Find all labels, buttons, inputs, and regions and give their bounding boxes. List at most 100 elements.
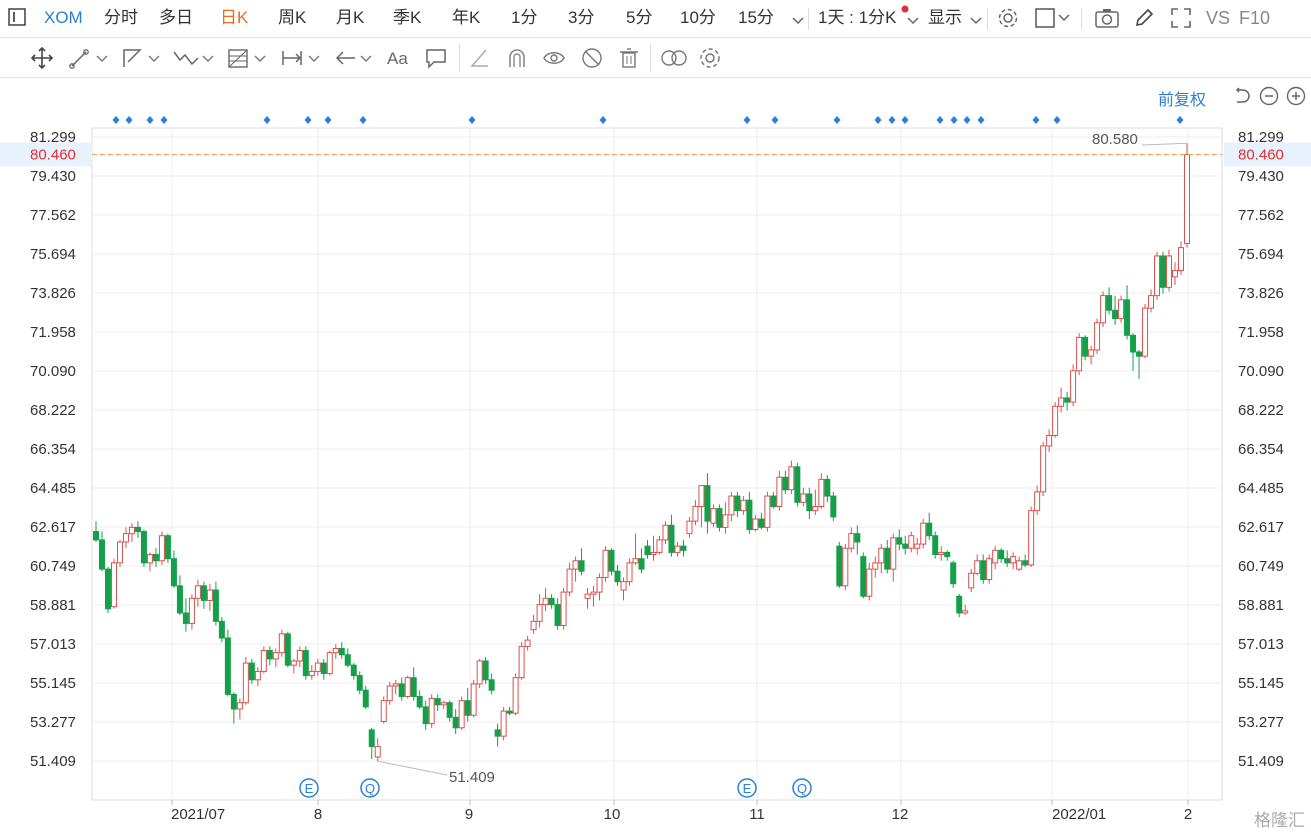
candle-body <box>548 597 555 606</box>
candle-body <box>410 677 417 697</box>
magnet-icon[interactable] <box>505 46 529 70</box>
candle-body <box>758 518 765 528</box>
candle-body <box>788 466 795 491</box>
display-select[interactable]: 显示 <box>928 0 962 36</box>
y-tick-label-left: 75.694 <box>30 246 76 263</box>
candle-body <box>836 545 843 587</box>
fullscreen-icon[interactable] <box>1170 7 1192 29</box>
candle-body <box>1094 322 1101 351</box>
event-badge <box>792 778 812 798</box>
y-tick-label-left: 51.409 <box>30 753 76 770</box>
candle-body <box>1154 255 1161 297</box>
settings-icon[interactable] <box>997 7 1019 29</box>
candle-body <box>614 570 621 583</box>
period-tab[interactable]: 1分 <box>511 0 537 36</box>
period-tab[interactable]: 15分 <box>738 0 774 36</box>
period-tab[interactable]: 多日 <box>159 0 193 36</box>
fib-tool-icon[interactable] <box>226 46 270 70</box>
angle-tool-icon[interactable] <box>468 46 492 70</box>
trash-icon[interactable] <box>617 46 641 70</box>
event-diamond <box>1053 116 1061 124</box>
period-tab[interactable]: 3分 <box>568 0 594 36</box>
candle-body <box>770 495 777 507</box>
candle-body <box>170 558 177 587</box>
period-tab[interactable]: 季K <box>393 0 421 36</box>
candle-body <box>536 604 543 622</box>
move-icon[interactable] <box>30 46 54 70</box>
event-diamond <box>950 116 958 124</box>
text-tool-icon[interactable]: Aa <box>386 46 412 70</box>
pencil-icon[interactable] <box>1133 7 1155 29</box>
period-tab-active[interactable]: 日K <box>220 0 248 36</box>
box-icon[interactable] <box>1035 7 1071 29</box>
chevron-down-icon[interactable] <box>969 11 983 25</box>
symbol-label[interactable]: XOM <box>44 0 83 36</box>
f10-button[interactable]: F10 <box>1239 0 1270 36</box>
candle-body <box>200 585 207 601</box>
y-tick-label-left: 64.485 <box>30 480 76 497</box>
candle-body <box>920 522 927 545</box>
y-tick-label-left: 77.562 <box>30 207 76 224</box>
zoom-out-icon[interactable] <box>1259 86 1279 111</box>
price-overlay: 80.460 80.460 80.580 51.409 <box>0 131 1311 786</box>
period-tab[interactable]: 5分 <box>626 0 652 36</box>
eye-tool-icon[interactable] <box>542 46 566 70</box>
event-diamond <box>468 116 476 124</box>
candle-body <box>350 664 357 677</box>
candle-body <box>1004 558 1011 564</box>
interval-select[interactable]: 1天 : 1分K <box>818 0 896 36</box>
event-diamond <box>977 116 985 124</box>
period-tab[interactable]: 周K <box>278 0 306 36</box>
candle-body <box>266 650 273 660</box>
x-tick-label: 2 <box>1184 806 1192 823</box>
reset-icon[interactable] <box>1232 86 1252 111</box>
camera-icon[interactable] <box>1095 7 1119 29</box>
candle-body <box>1106 295 1113 311</box>
candle-body <box>740 499 747 512</box>
event-badge <box>299 778 319 798</box>
period-tab[interactable]: 10分 <box>680 0 716 36</box>
candle-body <box>896 537 903 545</box>
period-tab[interactable]: 月K <box>336 0 364 36</box>
candle-body <box>908 535 915 549</box>
link-icon[interactable] <box>660 46 688 70</box>
price-adjust-toggle[interactable]: 前复权 <box>1158 86 1206 110</box>
candle-body <box>242 662 249 704</box>
period-tab[interactable]: 分时 <box>104 0 138 36</box>
y-tick-label-right: 55.145 <box>1238 675 1284 692</box>
compare-button[interactable]: VS <box>1206 0 1230 36</box>
hide-icon[interactable] <box>580 46 604 70</box>
candle-body <box>146 554 153 564</box>
candle-body <box>704 485 711 522</box>
zoom-in-icon[interactable] <box>1286 86 1306 111</box>
path-tool-icon[interactable] <box>120 46 164 70</box>
event-diamond <box>599 116 607 124</box>
y-axis-right: 81.299 79.430 77.562 75.694 73.826 71.958 70.0… <box>1238 129 1284 770</box>
chevron-down-icon[interactable] <box>791 11 805 25</box>
candle-body <box>944 551 951 558</box>
candle-body <box>530 620 537 631</box>
candle-body <box>1082 336 1089 357</box>
period-tab[interactable]: 年K <box>452 0 480 36</box>
range-tool-icon[interactable] <box>280 46 324 70</box>
candle-body <box>290 660 297 666</box>
event-diamond <box>112 116 120 124</box>
candle-body <box>1148 295 1155 309</box>
gear-icon[interactable] <box>698 46 722 70</box>
candle-body <box>320 662 327 675</box>
candle-body <box>932 535 939 556</box>
candle-body <box>224 637 231 695</box>
current-price-tag-left <box>0 142 92 167</box>
candle-body <box>638 558 645 570</box>
current-price-label-left: 80.460 <box>30 147 76 164</box>
event-diamond <box>146 116 154 124</box>
sidebar-toggle-icon[interactable] <box>8 8 26 26</box>
line-tool-icon[interactable] <box>68 46 112 70</box>
comment-tool-icon[interactable] <box>424 46 448 70</box>
candle-body <box>1166 255 1173 288</box>
wave-tool-icon[interactable] <box>172 46 216 70</box>
candle-body <box>104 568 111 610</box>
arrow-tool-icon[interactable] <box>334 46 378 70</box>
y-tick-label-right: 51.409 <box>1238 753 1284 770</box>
candle-body <box>608 549 615 572</box>
